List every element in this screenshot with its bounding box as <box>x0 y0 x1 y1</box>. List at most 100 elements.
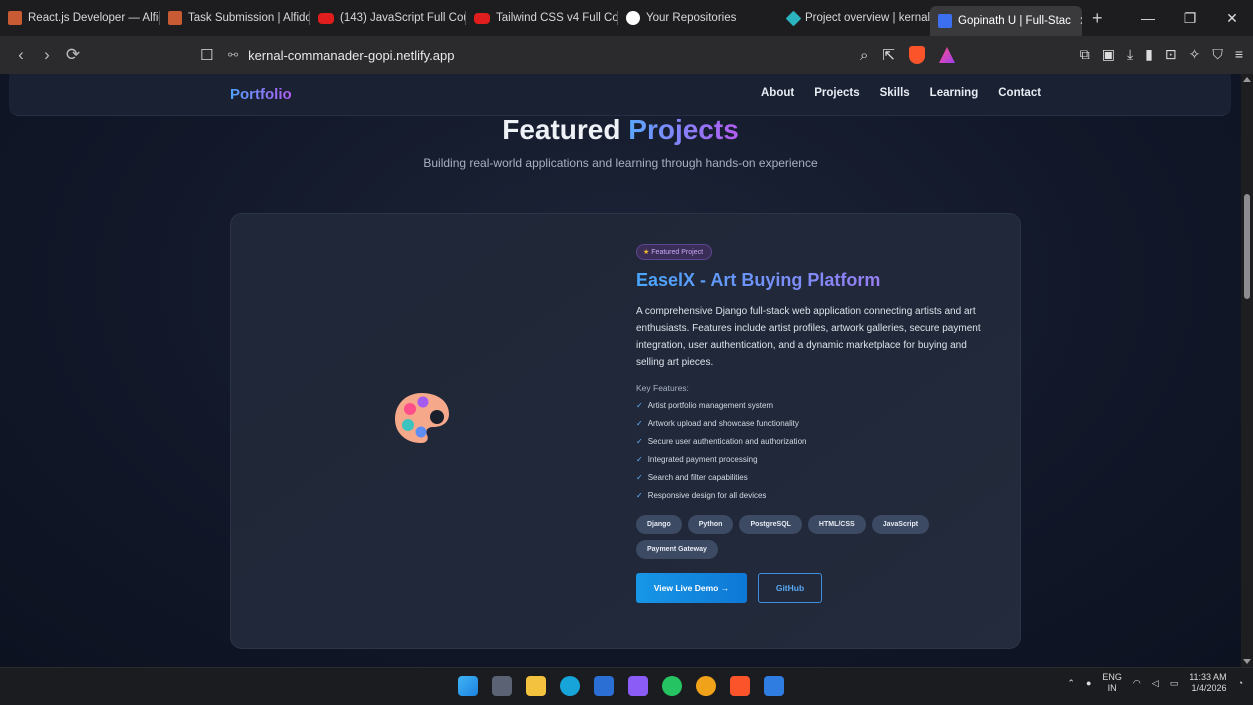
notifications-icon[interactable]: ◔ <box>1238 678 1243 688</box>
check-icon: ✓ <box>636 401 643 410</box>
restore-button[interactable]: ❐ <box>1169 10 1211 27</box>
check-icon: ✓ <box>636 437 643 446</box>
battery-icon[interactable]: ▭ <box>1170 678 1179 689</box>
brave-rewards-icon[interactable] <box>938 47 955 63</box>
language-code: ENG <box>1102 672 1122 682</box>
list-item: ✓ Artwork upload and showcase functionali… <box>636 419 1006 437</box>
back-icon[interactable]: ‹ <box>8 45 34 65</box>
address-actions: ⌕ ⇱ <box>860 46 955 64</box>
date: 1/4/2026 <box>1191 683 1227 693</box>
tab-project-overview[interactable]: Project overview | kernal-c <box>778 0 930 36</box>
nav-about[interactable]: About <box>761 87 794 99</box>
list-item: ✓ Integrated payment processing <box>636 455 1006 473</box>
tab-portfolio-active[interactable]: Gopinath U | Full-Stac ✕ <box>930 6 1082 36</box>
site-navbar: Portfolio About Projects Skills Learning… <box>9 74 1231 116</box>
tab-strip: React.js Developer — Alfid Task Submissi… <box>0 0 1253 36</box>
taskbar: ⌃ ● ENG IN ◠ ◁ ▭ 11:33 AM 1/4/2026 ◔ <box>0 667 1253 705</box>
whatsapp-icon[interactable] <box>662 676 682 696</box>
youtube-icon <box>474 12 490 24</box>
bookmark-icon[interactable]: ☐ <box>200 46 213 64</box>
edge-icon[interactable] <box>560 676 580 696</box>
reload-icon[interactable]: ⟳ <box>60 45 86 65</box>
feature-list: ✓ Artist portfolio management system ✓ Art… <box>636 401 1006 509</box>
scroll-up-icon[interactable] <box>1243 77 1251 82</box>
tag-html-css: HTML/CSS <box>807 515 866 534</box>
close-tab-icon[interactable]: ✕ <box>1079 14 1082 28</box>
check-icon: ✓ <box>636 491 643 500</box>
tag-payment-gateway: Payment Gateway <box>636 540 718 559</box>
brave-icon[interactable] <box>730 676 750 696</box>
downloads-icon[interactable]: ⤓ <box>1127 46 1133 63</box>
brand-logo[interactable]: Portfolio <box>230 86 292 103</box>
language-indicator[interactable]: ENG IN <box>1102 672 1122 694</box>
tab-javascript-course[interactable]: (143) JavaScript Full Cours <box>310 0 466 36</box>
region-code: IN <box>1107 683 1117 693</box>
tab-react-developer[interactable]: React.js Developer — Alfid <box>0 0 160 36</box>
tab-label: Tailwind CSS v4 Full Cours <box>496 12 618 24</box>
nav-learning[interactable]: Learning <box>930 87 979 99</box>
url-text[interactable]: kernal-commanader-gopi.netlify.app <box>248 48 454 63</box>
github-icon <box>626 11 640 25</box>
share-icon[interactable]: ⇱ <box>882 46 895 64</box>
featured-badge: ★ Featured Project <box>636 244 713 260</box>
tab-label: Project overview | kernal-c <box>805 12 930 24</box>
site-settings-icon[interactable]: ⚯ <box>228 48 238 62</box>
netlify-icon <box>785 10 802 26</box>
extensions-icon[interactable]: ⧉ <box>1080 46 1090 63</box>
start-icon[interactable] <box>458 676 478 696</box>
live-demo-button[interactable]: View Live Demo → <box>636 573 747 603</box>
nav-skills[interactable]: Skills <box>880 87 910 99</box>
wallet-icon[interactable]: ⊡ <box>1165 46 1177 63</box>
leo-ai-icon[interactable]: ✧ <box>1189 46 1201 63</box>
menu-icon[interactable]: ≡ <box>1235 46 1243 63</box>
app-icon[interactable] <box>594 676 614 696</box>
scrollbar-thumb[interactable] <box>1244 194 1250 299</box>
sidebar-icon[interactable]: ▮ <box>1145 46 1153 63</box>
clock[interactable]: 11:33 AM 1/4/2026 <box>1189 672 1226 694</box>
check-icon: ✓ <box>636 473 643 482</box>
chrome-icon[interactable] <box>696 676 716 696</box>
project-title: EaselX - Art Buying Platform <box>636 270 1006 291</box>
feature-text: Artist portfolio management system <box>647 401 774 410</box>
avatar-icon <box>168 11 182 25</box>
project-card: ★ Featured Project EaselX - Art Buying Pl… <box>230 213 1021 649</box>
avatar-icon <box>8 11 22 25</box>
github-button[interactable]: GitHub <box>758 573 822 603</box>
tab-task-submission[interactable]: Task Submission | Alfido Te <box>160 0 310 36</box>
nav-contact[interactable]: Contact <box>998 87 1041 99</box>
tray-app-icon[interactable]: ● <box>1086 678 1091 688</box>
address-bar: ‹ › ⟳ ☐ ⚯ kernal-commanader-gopi.netlify… <box>0 36 1253 74</box>
scroll-down-icon[interactable] <box>1243 659 1251 664</box>
close-window-button[interactable]: ✕ <box>1211 10 1253 27</box>
chevron-up-icon[interactable]: ⌃ <box>1067 678 1075 689</box>
tab-tailwind-course[interactable]: Tailwind CSS v4 Full Cours <box>466 0 618 36</box>
vpn-icon[interactable]: ⛉ <box>1212 46 1223 63</box>
taskbar-apps <box>458 676 784 696</box>
forward-icon[interactable]: › <box>34 45 60 65</box>
word-icon[interactable] <box>764 676 784 696</box>
list-item: ✓ Responsive design for all devices <box>636 491 1006 509</box>
volume-icon[interactable]: ◁ <box>1152 678 1159 689</box>
tag-django: Django <box>636 515 682 534</box>
page-scrollbar[interactable] <box>1241 74 1253 667</box>
brave-shields-icon[interactable] <box>908 46 925 64</box>
tab-label: React.js Developer — Alfid <box>28 12 160 24</box>
file-explorer-icon[interactable] <box>526 676 546 696</box>
reader-icon[interactable]: ▣ <box>1102 46 1115 63</box>
site-menu: About Projects Skills Learning Contact <box>761 87 1041 99</box>
check-icon: ✓ <box>636 419 643 428</box>
code-editor-icon[interactable] <box>628 676 648 696</box>
minimize-button[interactable]: — <box>1127 10 1169 26</box>
widgets-icon[interactable] <box>492 676 512 696</box>
nav-projects[interactable]: Projects <box>814 87 859 99</box>
key-features-label: Key Features: <box>636 383 689 393</box>
zoom-icon[interactable]: ⌕ <box>860 47 868 64</box>
section-title: Featured Projects <box>0 114 1241 146</box>
new-tab-button[interactable]: + <box>1092 8 1103 29</box>
list-item: ✓ Search and filter capabilities <box>636 473 1006 491</box>
tab-repositories[interactable]: Your Repositories <box>618 0 778 36</box>
project-info: ★ Featured Project EaselX - Art Buying Pl… <box>636 241 1006 603</box>
project-description: A comprehensive Django full-stack web ap… <box>636 306 981 368</box>
time: 11:33 AM <box>1189 672 1227 682</box>
wifi-icon[interactable]: ◠ <box>1133 678 1141 689</box>
